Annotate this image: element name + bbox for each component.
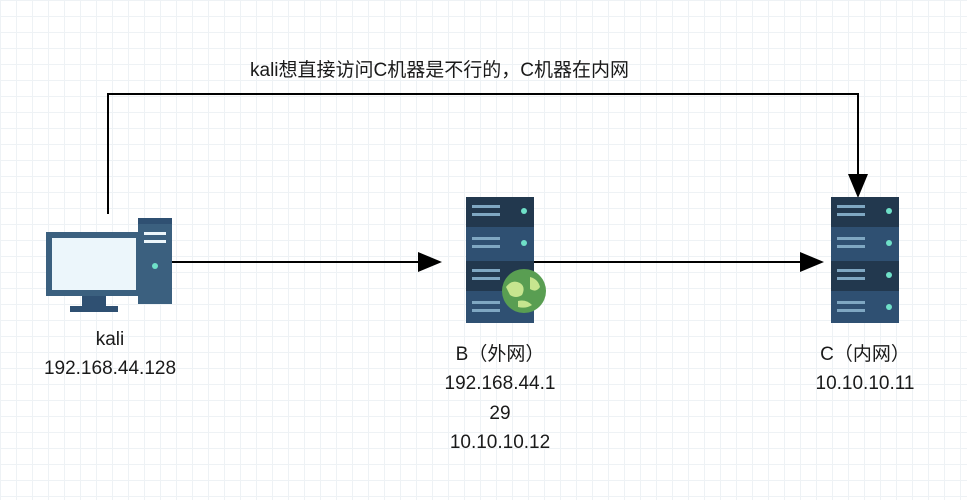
node-b-ip1: 192.168.44.1: [420, 369, 580, 398]
workstation-icon: [42, 210, 178, 325]
node-c: C（内网） 10.10.10.11: [800, 195, 930, 399]
node-kali-name: kali: [40, 325, 180, 354]
node-b-name: B（外网）: [420, 340, 580, 369]
server-icon: [815, 195, 915, 340]
server-globe-icon: [440, 195, 560, 340]
node-kali-ip: 192.168.44.128: [40, 354, 180, 383]
node-kali: kali 192.168.44.128: [40, 210, 180, 384]
node-b: B（外网） 192.168.44.1 29 10.10.10.12: [420, 195, 580, 458]
node-b-ip3: 10.10.10.12: [420, 428, 580, 457]
node-b-ip2: 29: [420, 399, 580, 428]
diagram-caption: kali想直接访问C机器是不行的，C机器在内网: [250, 55, 629, 82]
node-c-name: C（内网）: [800, 340, 930, 369]
node-c-ip: 10.10.10.11: [800, 369, 930, 398]
